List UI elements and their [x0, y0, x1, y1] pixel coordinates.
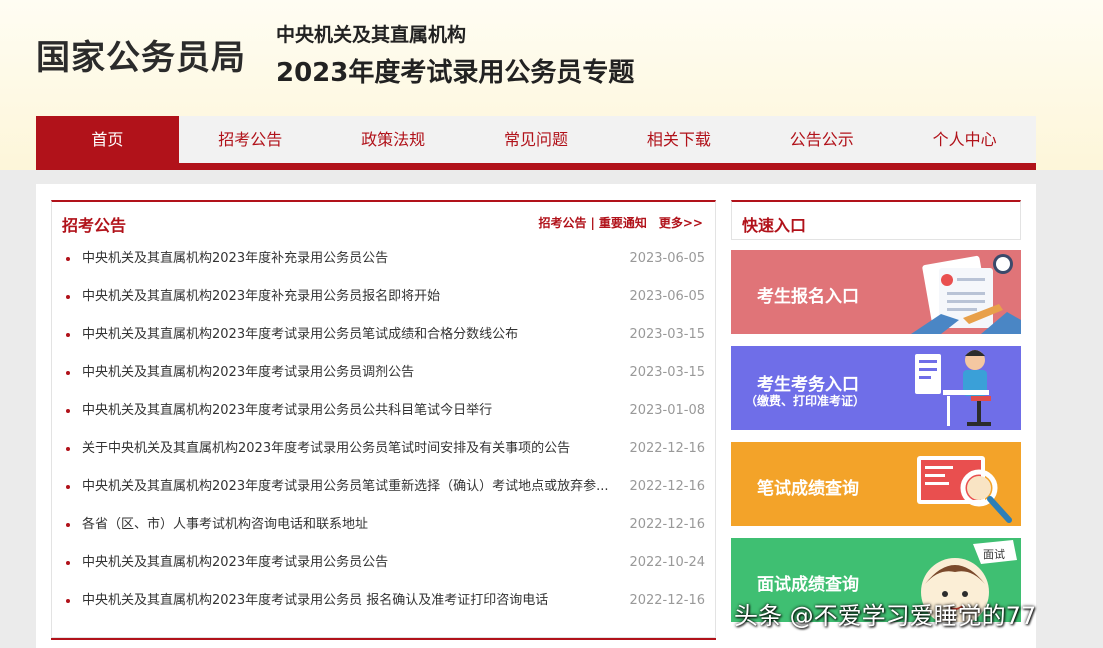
bullet-icon	[66, 409, 70, 413]
exam-affairs-entry-sublabel: （缴费、打印准考证）	[745, 394, 866, 408]
news-date: 2023-06-05	[629, 289, 705, 304]
list-item[interactable]: 中央机关及其直属机构2023年度考试录用公务员笔试重新选择（确认）考试地点或放弃…	[52, 468, 715, 506]
news-title[interactable]: 各省（区、市）人事考试机构咨询电话和联系地址	[82, 506, 610, 544]
bullet-icon	[66, 561, 70, 565]
bullet-icon	[66, 485, 70, 489]
news-title[interactable]: 关于中央机关及其直属机构2023年度考试录用公务员笔试时间安排及有关事项的公告	[82, 430, 610, 468]
nav-item-faq[interactable]: 常见问题	[465, 116, 608, 163]
list-item[interactable]: 中央机关及其直属机构2023年度考试录用公务员 报名确认及准考证打印咨询电话 20…	[52, 582, 715, 620]
student-desk-icon	[915, 350, 991, 426]
news-title[interactable]: 中央机关及其直属机构2023年度考试录用公务员公告	[82, 544, 610, 582]
news-date: 2023-03-15	[629, 365, 705, 380]
list-item[interactable]: 中央机关及其直属机构2023年度考试录用公务员公共科目笔试今日举行 2023-01…	[52, 392, 715, 430]
bullet-icon	[66, 371, 70, 375]
nav-item-notices[interactable]: 公告公示	[750, 116, 893, 163]
header-subtitle: 中央机关及其直属机构	[276, 24, 467, 46]
nav-item-downloads[interactable]: 相关下载	[607, 116, 750, 163]
header-title: 2023年度考试录用公务员专题	[276, 58, 635, 88]
news-date: 2023-03-15	[629, 327, 705, 342]
bullet-icon	[66, 295, 70, 299]
list-item[interactable]: 中央机关及其直属机构2023年度补充录用公务员报名即将开始 2023-06-05	[52, 278, 715, 316]
link-separator: |	[590, 216, 595, 230]
news-title[interactable]: 中央机关及其直属机构2023年度补充录用公务员公告	[82, 240, 610, 278]
news-date: 2023-01-08	[629, 403, 705, 418]
news-title[interactable]: 中央机关及其直属机构2023年度考试录用公务员公共科目笔试今日举行	[82, 392, 610, 430]
next-panel-top-border	[51, 638, 716, 648]
site-logo[interactable]: 国家公务员局	[36, 30, 246, 79]
score-magnifier-icon	[917, 456, 1012, 523]
bullet-icon	[66, 257, 70, 261]
list-item[interactable]: 关于中央机关及其直属机构2023年度考试录用公务员笔试时间安排及有关事项的公告 2…	[52, 430, 715, 468]
news-title[interactable]: 中央机关及其直属机构2023年度考试录用公务员调剂公告	[82, 354, 610, 392]
exam-affairs-entry-button[interactable]: 考生考务入口 （缴费、打印准考证）	[731, 346, 1021, 430]
interview-badge-text: 面试	[983, 548, 1005, 561]
interview-score-query-label: 面试成绩查询	[757, 575, 859, 595]
list-item[interactable]: 中央机关及其直属机构2023年度考试录用公务员调剂公告 2023-03-15	[52, 354, 715, 392]
news-date: 2022-10-24	[629, 555, 705, 570]
link-announcements[interactable]: 招考公告	[538, 216, 586, 230]
nav-item-announcements[interactable]: 招考公告	[179, 116, 322, 163]
main-nav: 首页 招考公告 政策法规 常见问题 相关下载 公告公示 个人中心	[36, 116, 1036, 170]
news-date: 2023-06-05	[629, 251, 705, 266]
nav-item-home[interactable]: 首页	[36, 116, 179, 163]
bullet-icon	[66, 447, 70, 451]
quick-entry-panel: 快速入口	[731, 200, 1021, 240]
list-item[interactable]: 中央机关及其直属机构2023年度考试录用公务员笔试成绩和合格分数线公布 2023-…	[52, 316, 715, 354]
news-title[interactable]: 中央机关及其直属机构2023年度考试录用公务员 报名确认及准考证打印咨询电话	[82, 582, 610, 620]
panel-links: 招考公告 | 重要通知 更多>>	[538, 214, 703, 231]
news-list: 中央机关及其直属机构2023年度补充录用公务员公告 2023-06-05 中央机关…	[52, 240, 715, 620]
written-score-query-label: 笔试成绩查询	[757, 479, 859, 499]
bullet-icon	[66, 599, 70, 603]
list-item[interactable]: 各省（区、市）人事考试机构咨询电话和联系地址 2022-12-16	[52, 506, 715, 544]
news-date: 2022-12-16	[629, 479, 705, 494]
quick-entry-title: 快速入口	[742, 216, 807, 235]
registration-entry-button[interactable]: 考生报名入口	[731, 250, 1021, 334]
panel-header: 招考公告 招考公告 | 重要通知 更多>>	[52, 202, 715, 242]
main-content: 招考公告 招考公告 | 重要通知 更多>> 中央机关及其直属机构2023年度补充录用公…	[36, 184, 1036, 648]
bullet-icon	[66, 333, 70, 337]
list-item[interactable]: 中央机关及其直属机构2023年度考试录用公务员公告 2022-10-24	[52, 544, 715, 582]
nav-item-personal-center[interactable]: 个人中心	[893, 116, 1036, 163]
written-score-query-button[interactable]: 笔试成绩查询	[731, 442, 1021, 526]
news-title[interactable]: 中央机关及其直属机构2023年度考试录用公务员笔试重新选择（确认）考试地点或放弃…	[82, 468, 610, 506]
nav-item-policies[interactable]: 政策法规	[322, 116, 465, 163]
link-important-notices[interactable]: 重要通知	[599, 216, 647, 230]
registration-entry-label: 考生报名入口	[757, 287, 859, 307]
bullet-icon	[66, 523, 70, 527]
news-date: 2022-12-16	[629, 593, 705, 608]
news-title[interactable]: 中央机关及其直属机构2023年度补充录用公务员报名即将开始	[82, 278, 610, 316]
registration-form-icon	[911, 254, 1021, 334]
news-date: 2022-12-16	[629, 441, 705, 456]
watermark-text: 头条 @不爱学习爱睡觉的77	[734, 602, 1037, 630]
news-date: 2022-12-16	[629, 517, 705, 532]
panel-title: 招考公告	[62, 216, 127, 235]
list-item[interactable]: 中央机关及其直属机构2023年度补充录用公务员公告 2023-06-05	[52, 240, 715, 278]
more-link[interactable]: 更多>>	[659, 216, 703, 230]
news-title[interactable]: 中央机关及其直属机构2023年度考试录用公务员笔试成绩和合格分数线公布	[82, 316, 610, 354]
announcements-panel: 招考公告 招考公告 | 重要通知 更多>> 中央机关及其直属机构2023年度补充录用公…	[51, 200, 716, 638]
